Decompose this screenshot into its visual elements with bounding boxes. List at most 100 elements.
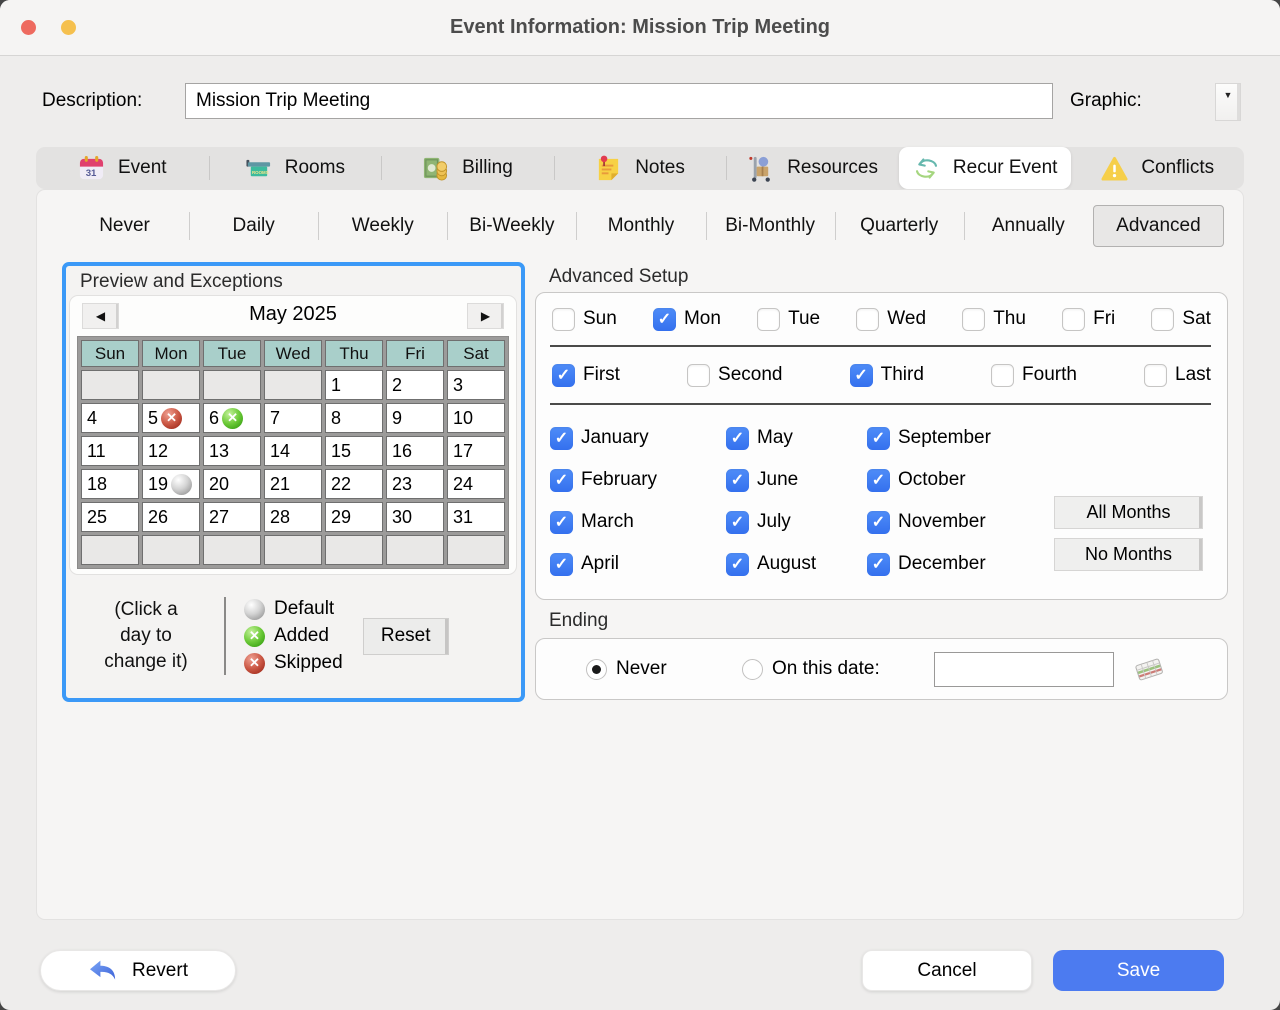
weekday-checkbox-sun[interactable]: Sun <box>552 308 617 331</box>
month-checkbox-july[interactable]: July <box>726 501 816 543</box>
frequency-tab-weekly[interactable]: Weekly <box>318 205 447 247</box>
frequency-tab-advanced[interactable]: Advanced <box>1093 205 1224 247</box>
calendar-day[interactable]: 30 <box>386 502 444 532</box>
calendar-day[interactable]: 7 <box>264 403 322 433</box>
reset-button[interactable]: Reset <box>363 618 449 655</box>
window-title: Event Information: Mission Trip Meeting <box>0 0 1280 55</box>
calendar-day-headers: SunMonTueWedThuFriSat <box>81 340 505 367</box>
date-picker-icon[interactable] <box>1132 652 1166 686</box>
calendar-day[interactable]: 22 <box>325 469 383 499</box>
calendar-day[interactable]: 19 <box>142 469 200 499</box>
minimize-window-button[interactable] <box>61 20 76 35</box>
ordinal-checkbox-first[interactable]: First <box>552 364 620 387</box>
checkbox-icon <box>867 469 890 492</box>
tab-rooms[interactable]: ROOMS Rooms <box>209 147 382 189</box>
ending-date-input[interactable] <box>934 652 1114 687</box>
month-checkbox-april[interactable]: April <box>550 543 657 585</box>
checkbox-label: Sun <box>583 308 617 330</box>
calendar-day[interactable]: 21 <box>264 469 322 499</box>
weekday-checkbox-sat[interactable]: Sat <box>1151 308 1211 331</box>
checkbox-label: Tue <box>788 308 820 330</box>
calendar-day[interactable]: 24 <box>447 469 505 499</box>
frequency-tab-daily[interactable]: Daily <box>189 205 318 247</box>
separator <box>550 345 1211 347</box>
calendar-day[interactable]: 23 <box>386 469 444 499</box>
calendar-day[interactable]: 9 <box>386 403 444 433</box>
ending-never-radio[interactable]: Never <box>586 639 667 699</box>
month-checkbox-june[interactable]: June <box>726 459 816 501</box>
next-month-button[interactable]: ▶ <box>467 303 504 329</box>
no-months-button[interactable]: No Months <box>1054 538 1203 571</box>
month-checkbox-september[interactable]: September <box>867 417 991 459</box>
calendar-day[interactable]: 2 <box>386 370 444 400</box>
month-checkbox-march[interactable]: March <box>550 501 657 543</box>
checkbox-icon <box>726 427 749 450</box>
frequency-tab-monthly[interactable]: Monthly <box>576 205 705 247</box>
weekday-checkbox-thu[interactable]: Thu <box>962 308 1026 331</box>
save-button[interactable]: Save <box>1053 950 1224 991</box>
calendar-day[interactable]: 8 <box>325 403 383 433</box>
frequency-tab-quarterly[interactable]: Quarterly <box>835 205 964 247</box>
month-checkbox-december[interactable]: December <box>867 543 991 585</box>
calendar-day[interactable]: 15 <box>325 436 383 466</box>
calendar-day[interactable]: 26 <box>142 502 200 532</box>
month-checkbox-august[interactable]: August <box>726 543 816 585</box>
revert-button[interactable]: Revert <box>40 950 236 991</box>
calendar-day[interactable]: 3 <box>447 370 505 400</box>
tab-billing[interactable]: Billing <box>381 147 554 189</box>
checkbox-icon <box>867 427 890 450</box>
calendar-day[interactable]: 16 <box>386 436 444 466</box>
all-months-button[interactable]: All Months <box>1054 496 1203 529</box>
month-checkbox-january[interactable]: January <box>550 417 657 459</box>
calendar-day[interactable]: 13 <box>203 436 261 466</box>
month-checkbox-may[interactable]: May <box>726 417 816 459</box>
legend-list: DefaultAddedSkipped <box>244 596 343 676</box>
frequency-tab-bi-weekly[interactable]: Bi-Weekly <box>447 205 576 247</box>
graphic-dropdown-button[interactable]: ▼ <box>1215 83 1241 121</box>
ordinal-checkbox-third[interactable]: Third <box>850 364 924 387</box>
calendar-day[interactable]: 1 <box>325 370 383 400</box>
checkbox-icon <box>726 511 749 534</box>
calendar-day[interactable]: 18 <box>81 469 139 499</box>
ordinal-checkbox-second[interactable]: Second <box>687 364 782 387</box>
weekday-checkbox-wed[interactable]: Wed <box>856 308 926 331</box>
tab-recur-event[interactable]: Recur Event <box>899 147 1072 189</box>
calendar-day[interactable]: 28 <box>264 502 322 532</box>
calendar-day[interactable]: 11 <box>81 436 139 466</box>
calendar-day[interactable]: 4 <box>81 403 139 433</box>
calendar-day[interactable]: 17 <box>447 436 505 466</box>
calendar-empty-cell <box>81 370 139 400</box>
calendar-day[interactable]: 14 <box>264 436 322 466</box>
weekday-checkbox-tue[interactable]: Tue <box>757 308 820 331</box>
ending-on-date-radio[interactable]: On this date: <box>742 639 880 699</box>
calendar-day[interactable]: 29 <box>325 502 383 532</box>
tab-event[interactable]: 31 Event <box>36 147 209 189</box>
frequency-tab-never[interactable]: Never <box>60 205 189 247</box>
weekday-checkbox-fri[interactable]: Fri <box>1062 308 1115 331</box>
month-checkbox-november[interactable]: November <box>867 501 991 543</box>
close-window-button[interactable] <box>21 20 36 35</box>
calendar-body: 1234567891011121314151617181920212223242… <box>81 370 505 565</box>
description-input[interactable] <box>185 83 1053 119</box>
ordinal-checkbox-last[interactable]: Last <box>1144 364 1211 387</box>
tab-resources[interactable]: Resources <box>726 147 899 189</box>
calendar-empty-cell <box>142 535 200 565</box>
tab-conflicts[interactable]: Conflicts <box>1071 147 1244 189</box>
weekday-checkbox-mon[interactable]: Mon <box>653 308 721 331</box>
cancel-button[interactable]: Cancel <box>862 950 1032 991</box>
frequency-tab-bi-monthly[interactable]: Bi-Monthly <box>706 205 835 247</box>
calendar-day[interactable]: 12 <box>142 436 200 466</box>
calendar-day[interactable]: 25 <box>81 502 139 532</box>
calendar-day[interactable]: 27 <box>203 502 261 532</box>
calendar-day[interactable]: 6 <box>203 403 261 433</box>
calendar-day[interactable]: 5 <box>142 403 200 433</box>
calendar-day[interactable]: 20 <box>203 469 261 499</box>
ordinal-checkbox-fourth[interactable]: Fourth <box>991 364 1077 387</box>
tab-notes[interactable]: Notes <box>554 147 727 189</box>
calendar-day[interactable]: 31 <box>447 502 505 532</box>
frequency-tab-annually[interactable]: Annually <box>964 205 1093 247</box>
month-checkbox-october[interactable]: October <box>867 459 991 501</box>
calendar-day[interactable]: 10 <box>447 403 505 433</box>
separator <box>550 403 1211 405</box>
month-checkbox-february[interactable]: February <box>550 459 657 501</box>
